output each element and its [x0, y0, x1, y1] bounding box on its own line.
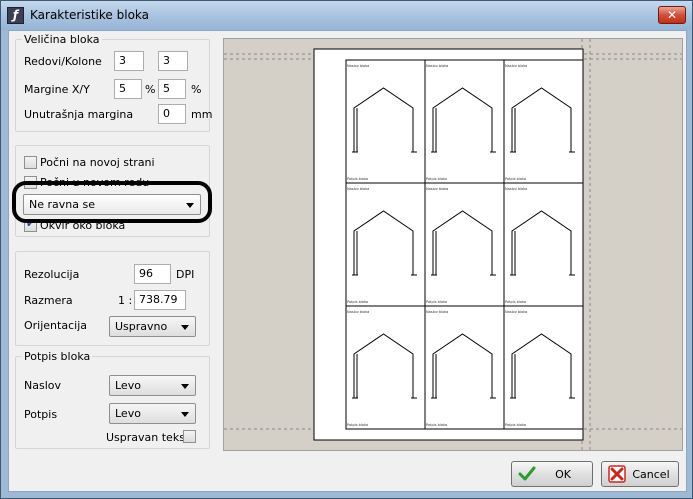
scale-input[interactable]: 738.79 — [134, 290, 186, 310]
block-caption-text: Potpis bloka — [347, 423, 368, 427]
block-title-text: Naslov bloka — [505, 187, 527, 191]
new-page-checkbox[interactable] — [24, 156, 37, 169]
dpi-unit: DPI — [176, 268, 195, 281]
scale-label: Razmera — [24, 294, 73, 307]
block-title-text: Naslov bloka — [347, 64, 369, 68]
title-bar[interactable]: ƒ Karakteristike bloka ✕ — [1, 1, 692, 30]
block-title-text: Naslov bloka — [426, 310, 448, 314]
margins-label: Margine X/Y — [24, 83, 90, 96]
block-title-text: Naslov bloka — [347, 310, 369, 314]
orientation-select[interactable]: Uspravno — [109, 316, 196, 337]
ok-button-label: OK — [555, 468, 571, 481]
chevron-down-icon — [181, 325, 189, 330]
chevron-down-icon — [181, 412, 189, 417]
page-preview: Naslov bloka Potpis bloka Naslov bloka Potp… — [223, 38, 683, 451]
block-title-text: Naslov bloka — [347, 187, 369, 191]
cancel-button-label: Cancel — [632, 468, 670, 481]
mm-unit: mm — [191, 108, 213, 121]
dialog-client: Veličina bloka Redovi/Kolone 3 3 Margine… — [8, 30, 687, 492]
margin-x-percent: % — [145, 83, 156, 96]
caption-label: Potpis — [24, 408, 58, 421]
block-caption-text: Potpis bloka — [505, 423, 526, 427]
orientation-label: Orijentacija — [24, 319, 87, 332]
title-align-select[interactable]: Levo — [109, 375, 196, 396]
close-button[interactable]: ✕ — [658, 6, 686, 24]
block-title-text: Naslov bloka — [426, 64, 448, 68]
block-title-text: Naslov bloka — [505, 64, 527, 68]
rows-input[interactable]: 3 — [114, 51, 144, 71]
scale-prefix: 1 : — [118, 294, 133, 307]
render-group: Rezolucija 96 DPI Razmera 1 : 738.79 Ori… — [15, 251, 210, 346]
cancel-button[interactable]: Cancel — [601, 461, 679, 487]
block-size-group: Veličina bloka Redovi/Kolone 3 3 Margine… — [15, 33, 213, 132]
block-size-legend: Veličina bloka — [22, 33, 102, 46]
highlight-annotation — [12, 181, 212, 223]
margin-x-input[interactable]: 5 — [114, 79, 142, 99]
caption-align-value: Levo — [115, 407, 141, 420]
window-title: Karakteristike bloka — [30, 8, 149, 22]
orientation-select-value: Uspravno — [115, 320, 168, 333]
chevron-down-icon — [181, 384, 189, 389]
resolution-input[interactable]: 96 — [134, 264, 171, 284]
block-caption-text: Potpis bloka — [426, 177, 447, 181]
block-caption-text: Potpis bloka — [426, 300, 447, 304]
block-title-text: Naslov bloka — [426, 187, 448, 191]
caption-group: Potpis bloka Naslov Levo Potpis Levo Usp… — [15, 350, 210, 449]
block-caption-text: Potpis bloka — [347, 300, 368, 304]
vertical-text-checkbox[interactable] — [183, 430, 196, 443]
rows-cols-label: Redovi/Kolone — [24, 55, 102, 68]
block-caption-text: Potpis bloka — [505, 177, 526, 181]
title-align-value: Levo — [115, 379, 141, 392]
inner-margin-input[interactable]: 0 — [158, 104, 186, 124]
vertical-text-label: Uspravan tekst — [106, 431, 190, 444]
block-caption-text: Potpis bloka — [347, 177, 368, 181]
preview-canvas: Naslov bloka Potpis bloka Naslov bloka Potp… — [224, 39, 682, 450]
caption-align-select[interactable]: Levo — [109, 403, 196, 424]
margin-y-percent: % — [191, 83, 202, 96]
block-title-text: Naslov bloka — [505, 310, 527, 314]
inner-margin-label: Unutrašnja margina — [24, 108, 134, 121]
cols-input[interactable]: 3 — [158, 51, 188, 71]
ok-button[interactable]: OK — [511, 461, 593, 487]
caption-legend: Potpis bloka — [22, 350, 93, 363]
margin-y-input[interactable]: 5 — [158, 79, 186, 99]
new-page-label: Počni na novoj strani — [40, 156, 155, 169]
title-label: Naslov — [24, 379, 61, 392]
resolution-label: Rezolucija — [24, 268, 80, 281]
dialog-window: ƒ Karakteristike bloka ✕ Veličina bloka … — [0, 0, 693, 499]
block-caption-text: Potpis bloka — [505, 300, 526, 304]
app-icon: ƒ — [7, 7, 24, 24]
block-caption-text: Potpis bloka — [426, 423, 447, 427]
